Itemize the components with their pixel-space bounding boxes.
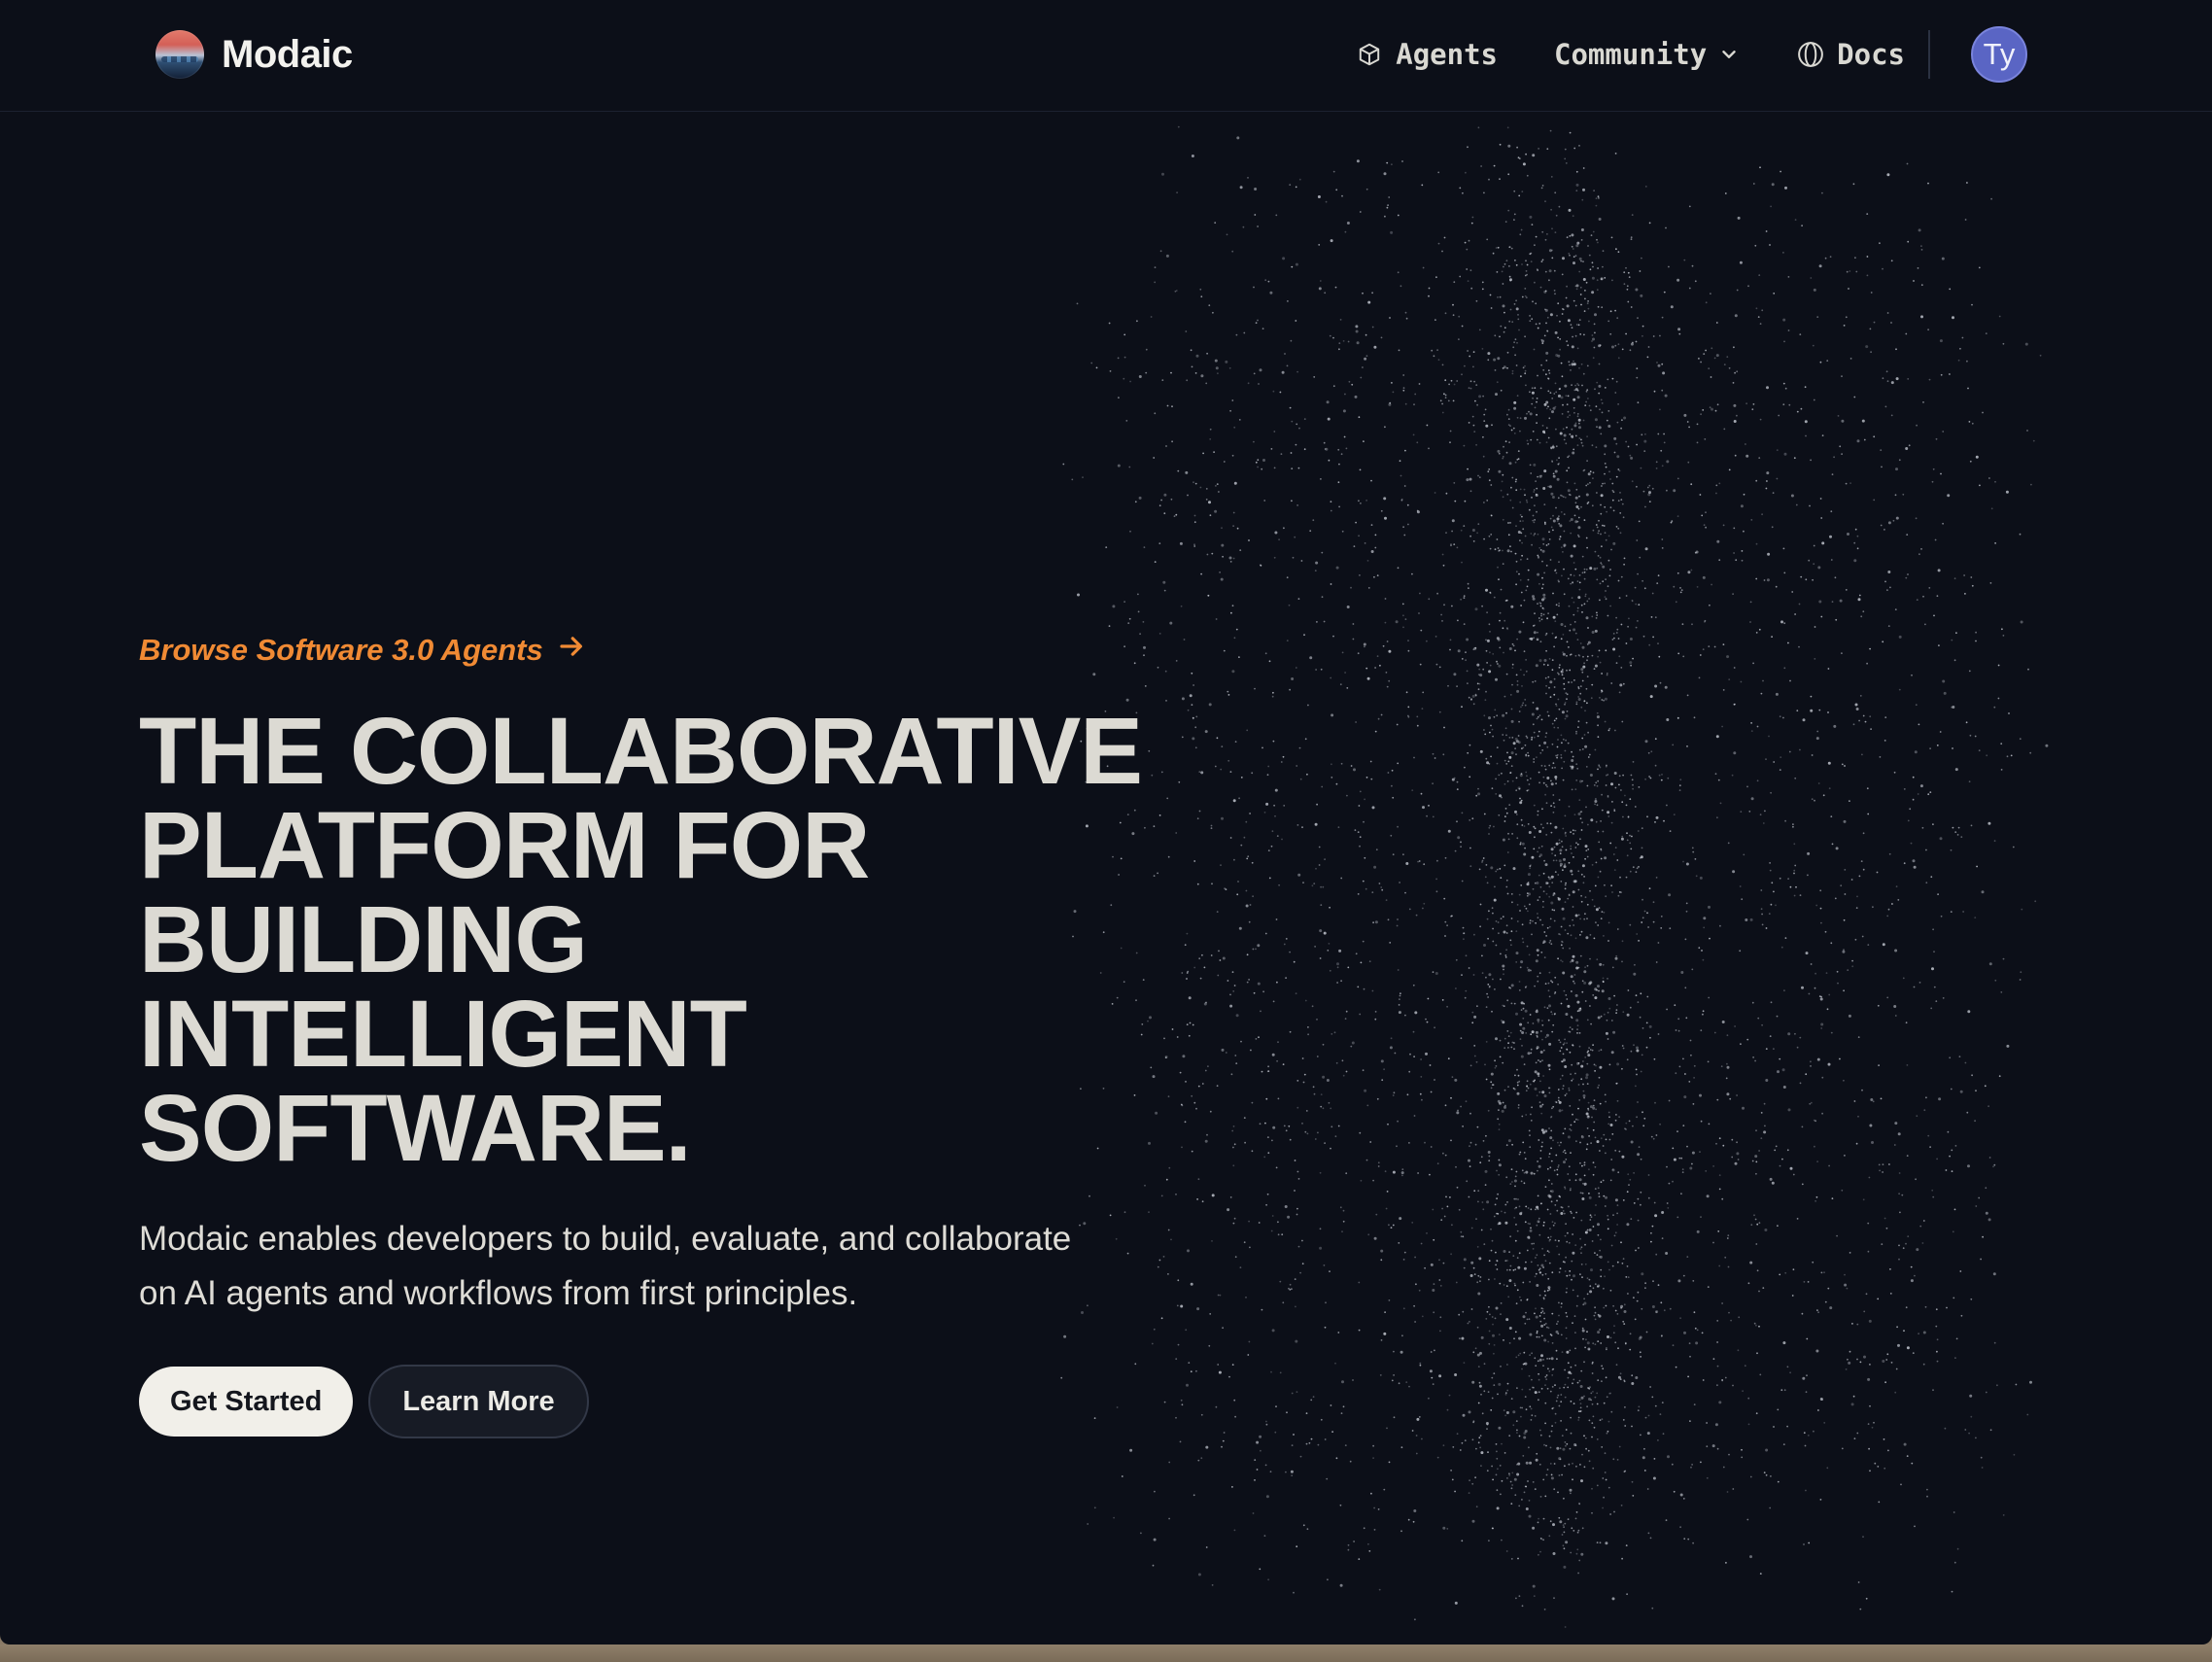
get-started-button[interactable]: Get Started <box>139 1367 354 1437</box>
headline-line-3: INTELLIGENT SOFTWARE. <box>139 981 747 1181</box>
arrow-right-icon <box>557 632 586 669</box>
globe-icon <box>1796 40 1825 69</box>
hero-headline: THE COLLABORATIVE PLATFORM FOR BUILDING … <box>139 704 1305 1175</box>
cube-icon <box>1355 40 1384 69</box>
description-line-2: on AI agents and workflows from first pr… <box>139 1274 858 1312</box>
browse-agents-link[interactable]: Browse Software 3.0 Agents <box>139 632 586 669</box>
nav-item-community-label: Community <box>1554 38 1708 71</box>
chevron-down-icon <box>1718 44 1740 65</box>
modaic-logo-icon <box>156 30 204 79</box>
desktop-background <box>0 1645 2212 1662</box>
nav-divider <box>1928 30 1930 79</box>
nav-item-docs[interactable]: Docs <box>1796 38 1905 71</box>
browse-agents-label: Browse Software 3.0 Agents <box>139 633 543 667</box>
learn-more-button[interactable]: Learn More <box>368 1365 589 1438</box>
headline-line-1: THE COLLABORATIVE <box>139 698 1143 804</box>
nav-item-docs-label: Docs <box>1837 38 1905 71</box>
nav-item-agents-label: Agents <box>1396 38 1499 71</box>
description-line-1: Modaic enables developers to build, eval… <box>139 1220 1072 1258</box>
browser-window: Modaic Agents Community Docs Ty Browse S… <box>0 0 2212 1645</box>
nav-links: Agents Community Docs Ty <box>1355 25 2027 84</box>
hero-description: Modaic enables developers to build, eval… <box>139 1212 1189 1321</box>
hero-section: Browse Software 3.0 Agents THE COLLABORA… <box>139 632 1354 1438</box>
nav-item-community[interactable]: Community <box>1554 38 1740 71</box>
cta-row: Get Started Learn More <box>139 1365 1354 1438</box>
headline-line-2: PLATFORM FOR BUILDING <box>139 792 870 992</box>
top-navbar: Modaic Agents Community Docs Ty <box>0 0 2212 112</box>
nav-item-agents[interactable]: Agents <box>1355 38 1498 71</box>
brand-name: Modaic <box>222 32 353 76</box>
brand-link[interactable]: Modaic <box>156 29 353 80</box>
user-avatar[interactable]: Ty <box>1971 26 2027 83</box>
